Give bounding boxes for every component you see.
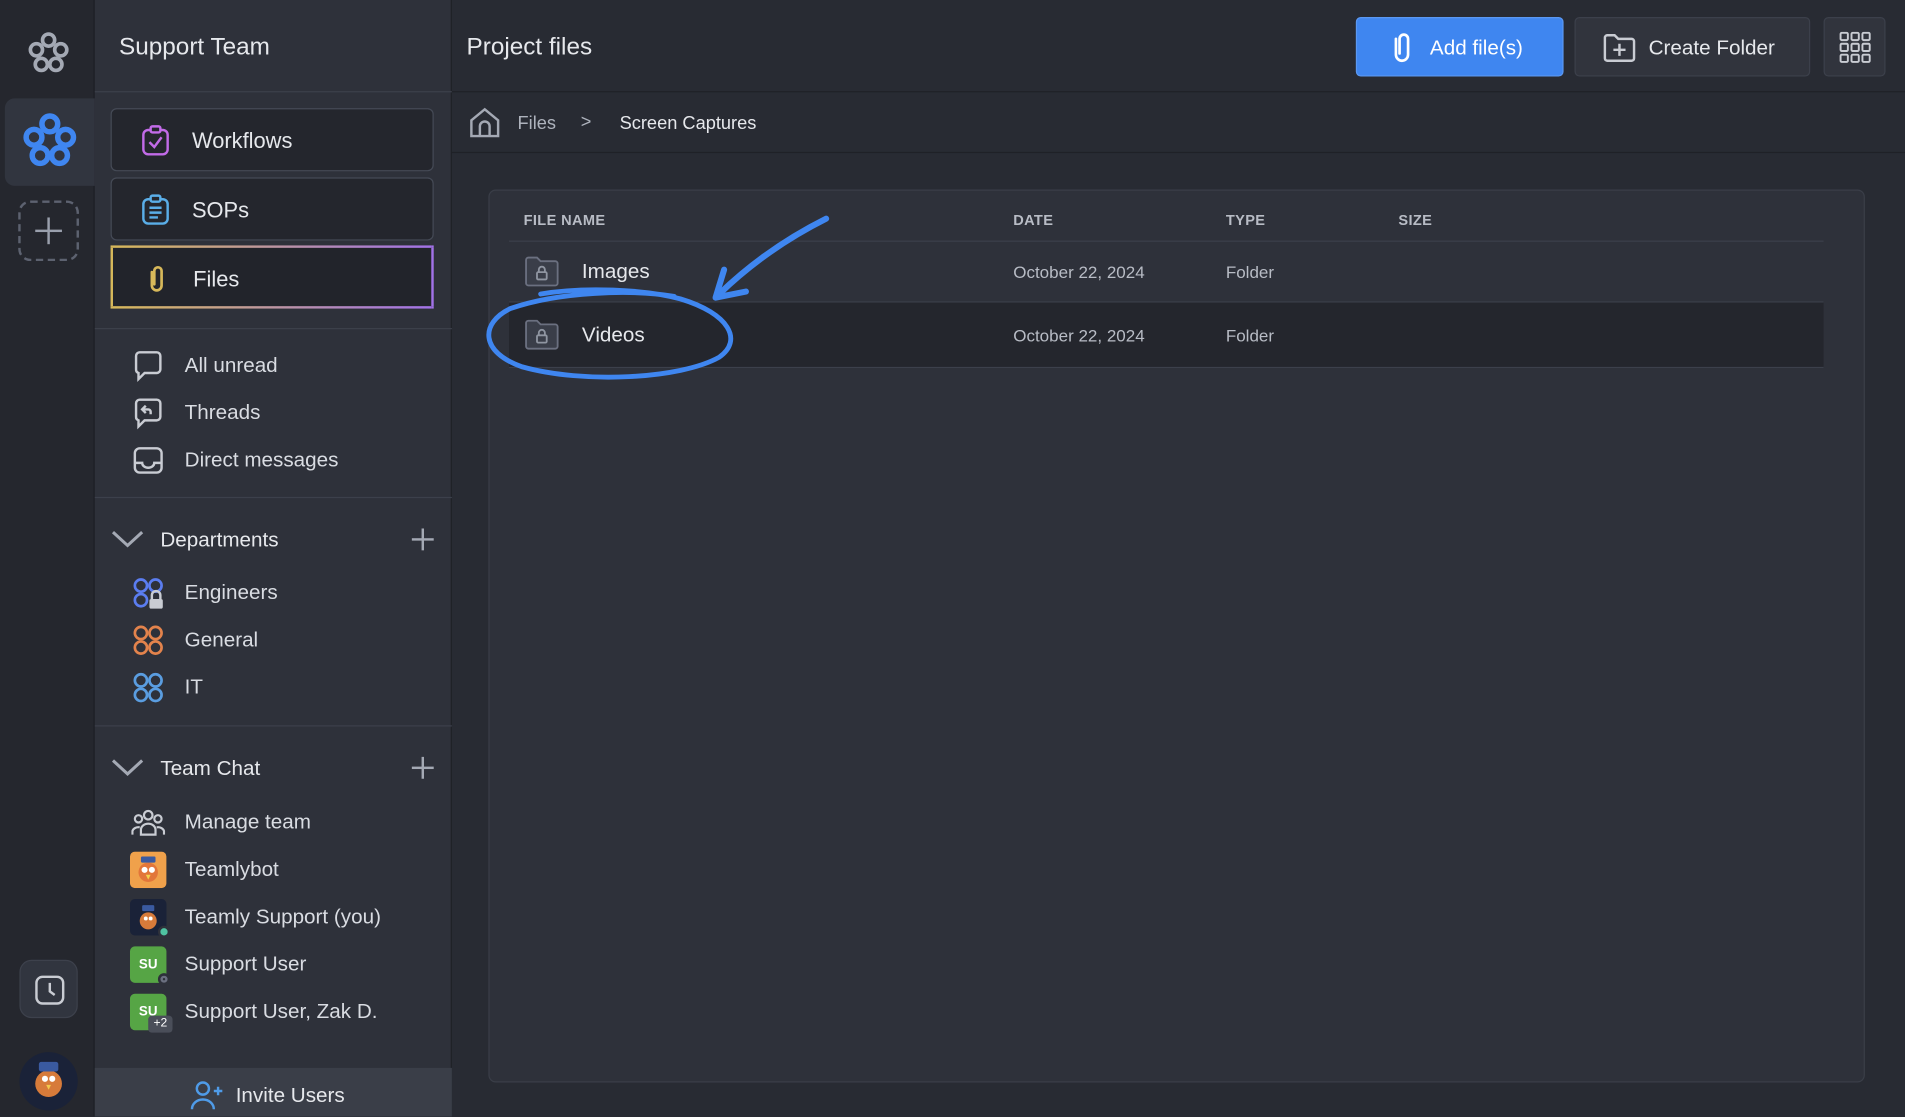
parrot-avatar-icon bbox=[35, 1061, 62, 1098]
column-header-size[interactable]: SIZE bbox=[1398, 211, 1432, 228]
sidebar-item-label: Teamlybot bbox=[184, 857, 279, 881]
clipboard-list-icon bbox=[142, 194, 169, 225]
inbox-tray-icon bbox=[133, 447, 163, 474]
table-row[interactable]: Images October 22, 2024 Folder bbox=[509, 240, 1824, 302]
chevron-down-icon bbox=[111, 759, 144, 776]
file-name[interactable]: Videos bbox=[582, 323, 645, 347]
column-header-date[interactable]: DATE bbox=[1013, 211, 1053, 228]
section-departments[interactable]: Departments bbox=[107, 521, 440, 557]
nav-workflows[interactable]: Workflows bbox=[110, 108, 434, 172]
folder-plus-icon bbox=[1603, 34, 1636, 62]
sidebar-item-label: Support User, Zak D. bbox=[184, 999, 378, 1023]
nav-label: Workflows bbox=[191, 128, 293, 154]
chevron-down-icon bbox=[111, 531, 144, 548]
clock-icon bbox=[35, 975, 65, 1005]
sidebar-item-it[interactable]: IT bbox=[131, 669, 435, 705]
sidebar: Support Team Workflows SOPs Files All un… bbox=[94, 0, 452, 1117]
chat-bubble-icon bbox=[134, 351, 162, 382]
workspace-support-team[interactable] bbox=[4, 98, 95, 186]
add-files-label: Add file(s) bbox=[1429, 36, 1523, 60]
offline-status-dot bbox=[157, 973, 171, 986]
locked-folder-icon bbox=[525, 256, 559, 287]
history-button[interactable] bbox=[19, 959, 78, 1019]
add-department-icon[interactable] bbox=[411, 527, 435, 551]
sidebar-item-all-unread[interactable]: All unread bbox=[131, 347, 435, 383]
app-logo-icon[interactable] bbox=[24, 29, 73, 78]
section-title: Team Chat bbox=[160, 756, 261, 780]
grid-icon bbox=[1839, 31, 1871, 63]
workspace-logo-icon bbox=[23, 113, 77, 167]
current-user-avatar[interactable] bbox=[19, 1052, 78, 1111]
breadcrumb-current: Screen Captures bbox=[619, 112, 757, 134]
breadcrumb-files[interactable]: Files bbox=[518, 113, 556, 134]
sidebar-item-engineers[interactable]: Engineers bbox=[131, 575, 435, 611]
table-row[interactable]: Videos October 22, 2024 Folder bbox=[509, 301, 1824, 369]
member-count-badge: +2 bbox=[148, 1015, 173, 1033]
paperclip-icon bbox=[150, 265, 163, 292]
add-user-icon bbox=[190, 1081, 223, 1110]
file-type: Folder bbox=[1225, 325, 1275, 346]
sidebar-item-threads[interactable]: Threads bbox=[131, 395, 435, 431]
locked-folder-icon bbox=[525, 319, 559, 350]
create-folder-button[interactable]: Create Folder bbox=[1574, 17, 1811, 77]
sidebar-item-label: IT bbox=[184, 675, 204, 699]
file-date: October 22, 2024 bbox=[1013, 325, 1145, 346]
workspace-rail bbox=[0, 0, 95, 1117]
group-icon bbox=[133, 625, 163, 655]
team-title: Support Team bbox=[119, 34, 270, 61]
sidebar-item-label: Direct messages bbox=[184, 448, 339, 472]
thread-reply-icon bbox=[134, 398, 162, 430]
paperclip-icon bbox=[1394, 33, 1410, 63]
sidebar-item-general[interactable]: General bbox=[131, 622, 435, 658]
online-status-dot bbox=[157, 925, 171, 938]
add-chat-icon[interactable] bbox=[411, 756, 435, 780]
sidebar-item-group-chat[interactable]: SU +2 Support User, Zak D. bbox=[129, 993, 435, 1033]
sidebar-item-teamlybot[interactable]: Teamlybot bbox=[129, 851, 435, 889]
breadcrumb: Files > Screen Captures bbox=[451, 92, 1905, 154]
grid-view-button[interactable] bbox=[1823, 17, 1886, 77]
locked-group-icon bbox=[133, 578, 163, 609]
file-name[interactable]: Images bbox=[582, 260, 650, 284]
sidebar-item-label: Teamly Support (you) bbox=[184, 905, 381, 929]
group-icon bbox=[133, 672, 163, 703]
sidebar-item-label: All unread bbox=[184, 353, 278, 377]
nav-sops[interactable]: SOPs bbox=[110, 177, 434, 241]
section-title: Departments bbox=[160, 528, 279, 552]
home-icon[interactable] bbox=[469, 107, 501, 139]
sidebar-item-label: General bbox=[184, 628, 259, 652]
sidebar-item-label: Engineers bbox=[184, 580, 278, 604]
nav-label: Files bbox=[193, 267, 240, 292]
nav-files[interactable]: Files bbox=[110, 245, 434, 309]
nav-label: SOPs bbox=[191, 198, 250, 223]
sidebar-item-label: Manage team bbox=[184, 810, 311, 834]
page-title: Project files bbox=[466, 34, 593, 61]
file-type: Folder bbox=[1225, 262, 1275, 282]
sidebar-item-label: Support User bbox=[184, 952, 307, 976]
section-team-chat[interactable]: Team Chat bbox=[107, 750, 440, 786]
team-icon bbox=[131, 809, 166, 836]
add-workspace-button[interactable] bbox=[18, 200, 79, 262]
sidebar-item-manage-team[interactable]: Manage team bbox=[131, 804, 435, 840]
file-date: October 22, 2024 bbox=[1013, 262, 1145, 282]
invite-users-button[interactable]: Invite Users bbox=[94, 1067, 452, 1117]
column-header-name[interactable]: FILE NAME bbox=[524, 211, 606, 228]
create-folder-label: Create Folder bbox=[1648, 36, 1775, 60]
main-content: Project files Add file(s) Create Folder bbox=[451, 0, 1905, 1117]
files-table: FILE NAME DATE TYPE SIZE Images October … bbox=[488, 189, 1865, 1083]
breadcrumb-separator: > bbox=[580, 111, 592, 133]
clipboard-check-icon bbox=[142, 125, 169, 156]
add-files-button[interactable]: Add file(s) bbox=[1355, 17, 1564, 77]
bot-avatar bbox=[129, 851, 167, 889]
sidebar-item-teamly-support[interactable]: Teamly Support (you) bbox=[129, 899, 435, 938]
column-header-type[interactable]: TYPE bbox=[1226, 211, 1266, 228]
sidebar-item-label: Threads bbox=[184, 400, 261, 425]
sidebar-item-direct-messages[interactable]: Direct messages bbox=[131, 442, 435, 478]
invite-users-label: Invite Users bbox=[235, 1083, 345, 1107]
sidebar-item-support-user[interactable]: SU Support User bbox=[129, 946, 435, 986]
